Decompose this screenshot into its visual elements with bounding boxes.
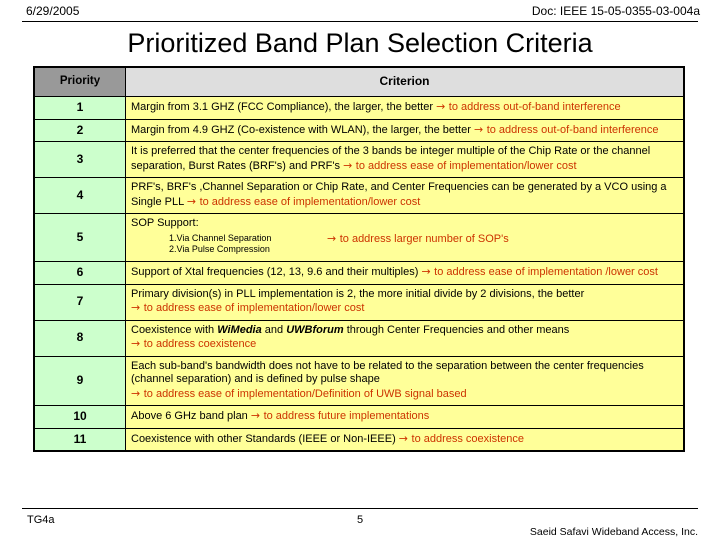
table-body: 1 Margin from 3.1 GHZ (FCC Compliance), … <box>33 96 685 452</box>
criterion-annotation: to address ease of implementation/lower … <box>199 195 421 208</box>
sop-annotation-wrap: → to address larger number of SOP's <box>327 232 509 247</box>
criterion-annotation: to address out-of-band interference <box>486 123 659 136</box>
priority-value: 10 <box>33 405 126 429</box>
footer-divider <box>22 508 698 509</box>
priority-value: 8 <box>33 319 126 357</box>
header-date: 6/29/2005 <box>26 4 80 18</box>
table-row: 7 Primary division(s) in PLL implementat… <box>33 283 685 321</box>
table-row: 5 SOP Support: 1.Via Channel Separation … <box>33 213 685 262</box>
arrow-icon: → <box>343 158 356 172</box>
priority-value: 2 <box>33 118 126 142</box>
arrow-icon: → <box>186 194 200 208</box>
criterion-text: Coexistence with other Standards (IEEE o… <box>125 427 685 452</box>
priority-value: 11 <box>33 427 126 452</box>
criterion-text: Coexistence with WiMedia and UWBforum th… <box>125 319 685 357</box>
criterion-text: Primary division(s) in PLL implementatio… <box>125 283 685 321</box>
criterion-annotation: to address coexistence <box>143 338 257 350</box>
criterion-main-text: Primary division(s) in PLL implementatio… <box>131 287 585 300</box>
column-header-criterion: Criterion <box>125 66 685 97</box>
criterion-text: Above 6 GHz band plan → to address futur… <box>125 405 685 429</box>
table-row: 6 Support of Xtal frequencies (12, 13, 9… <box>33 261 685 285</box>
slide-footer: TG4a 5 Saeid Safavi Wideband Access, Inc… <box>0 512 720 540</box>
arrow-icon: → <box>436 100 449 113</box>
priority-value: 9 <box>33 355 126 406</box>
criterion-annotation: to address ease of implementation/lower … <box>143 302 365 314</box>
arrow-icon: → <box>250 409 264 422</box>
table-row: 11 Coexistence with other Standards (IEE… <box>33 427 685 452</box>
criterion-text: Support of Xtal frequencies (12, 13, 9.6… <box>125 261 685 285</box>
footer-author: Saeid Safavi Wideband Access, Inc. <box>529 526 698 538</box>
arrow-icon: → <box>131 301 144 314</box>
criterion-main-text: Margin from 4.9 GHZ (Co-existence with W… <box>131 123 474 136</box>
table-row: 2 Margin from 4.9 GHZ (Co-existence with… <box>33 118 685 142</box>
priority-value: 5 <box>33 213 126 262</box>
arrow-icon: → <box>473 122 487 136</box>
sop-support-block: SOP Support: 1.Via Channel Separation 2.… <box>131 217 678 257</box>
criterion-text: Margin from 3.1 GHZ (FCC Compliance), th… <box>125 96 685 120</box>
criterion-annotation: to address out-of-band interference <box>448 101 621 113</box>
arrow-icon: → <box>327 232 340 245</box>
criterion-main-text: Coexistence with other Standards (IEEE o… <box>131 432 399 445</box>
priority-value: 1 <box>33 96 126 120</box>
criterion-main-text: SOP Support: <box>131 217 199 229</box>
table-row: 8 Coexistence with WiMedia and UWBforum … <box>33 319 685 357</box>
criterion-main-text: Each sub-band's bandwidth does not have … <box>131 359 644 386</box>
criterion-annotation: to address coexistence <box>411 432 525 445</box>
criterion-text-mid: and <box>261 323 287 336</box>
arrow-icon: → <box>131 386 144 400</box>
priority-value: 3 <box>33 141 126 178</box>
table-row: 3 It is preferred that the center freque… <box>33 141 685 178</box>
priority-value: 7 <box>33 283 126 321</box>
table-row: 10 Above 6 GHz band plan → to address fu… <box>33 405 685 429</box>
criterion-text: Each sub-band's bandwidth does not have … <box>125 355 685 406</box>
emphasis-wimedia: WiMedia <box>217 323 262 336</box>
arrow-icon: → <box>421 265 435 278</box>
arrow-icon: → <box>398 431 412 445</box>
column-header-priority: Priority <box>33 66 126 97</box>
footer-page-number: 5 <box>356 514 364 526</box>
header-document-number: Doc: IEEE 15-05-0355-03-004a <box>531 4 700 18</box>
table-header-row: Priority Criterion <box>33 66 685 97</box>
criteria-table: Priority Criterion 1 Margin from 3.1 GHZ… <box>33 66 685 452</box>
header-divider <box>22 21 698 22</box>
criterion-text: It is preferred that the center frequenc… <box>125 141 685 178</box>
table-row: 9 Each sub-band's bandwidth does not hav… <box>33 355 685 406</box>
criterion-main-text: Coexistence with <box>131 323 218 336</box>
criterion-main-text: Above 6 GHz band plan <box>131 410 251 422</box>
arrow-icon: → <box>131 337 144 350</box>
priority-value: 4 <box>33 177 126 214</box>
table-row: 4 PRF's, BRF's ,Channel Separation or Ch… <box>33 177 685 214</box>
criterion-main-text: Margin from 3.1 GHZ (FCC Compliance), th… <box>131 101 437 113</box>
criterion-annotation: to address ease of implementation/Defini… <box>143 387 467 400</box>
page-title: Prioritized Band Plan Selection Criteria <box>127 28 593 58</box>
emphasis-uwbforum: UWBforum <box>286 323 344 336</box>
criterion-annotation: to address ease of implementation /lower… <box>434 266 658 278</box>
table-row: 1 Margin from 3.1 GHZ (FCC Compliance), … <box>33 96 685 120</box>
criterion-text: PRF's, BRF's ,Channel Separation or Chip… <box>125 177 685 214</box>
criterion-annotation: to address larger number of SOP's <box>339 233 509 245</box>
criterion-text: Margin from 4.9 GHZ (Co-existence with W… <box>125 118 685 142</box>
criterion-main-text: Support of Xtal frequencies (12, 13, 9.6… <box>131 266 422 278</box>
priority-value: 6 <box>33 261 126 285</box>
criterion-text-post: through Center Frequencies and other mea… <box>343 323 570 336</box>
criterion-text: SOP Support: 1.Via Channel Separation 2.… <box>125 213 685 262</box>
criterion-annotation: to address ease of implementation/lower … <box>355 159 577 172</box>
criterion-annotation: to address future implementations <box>263 410 430 422</box>
